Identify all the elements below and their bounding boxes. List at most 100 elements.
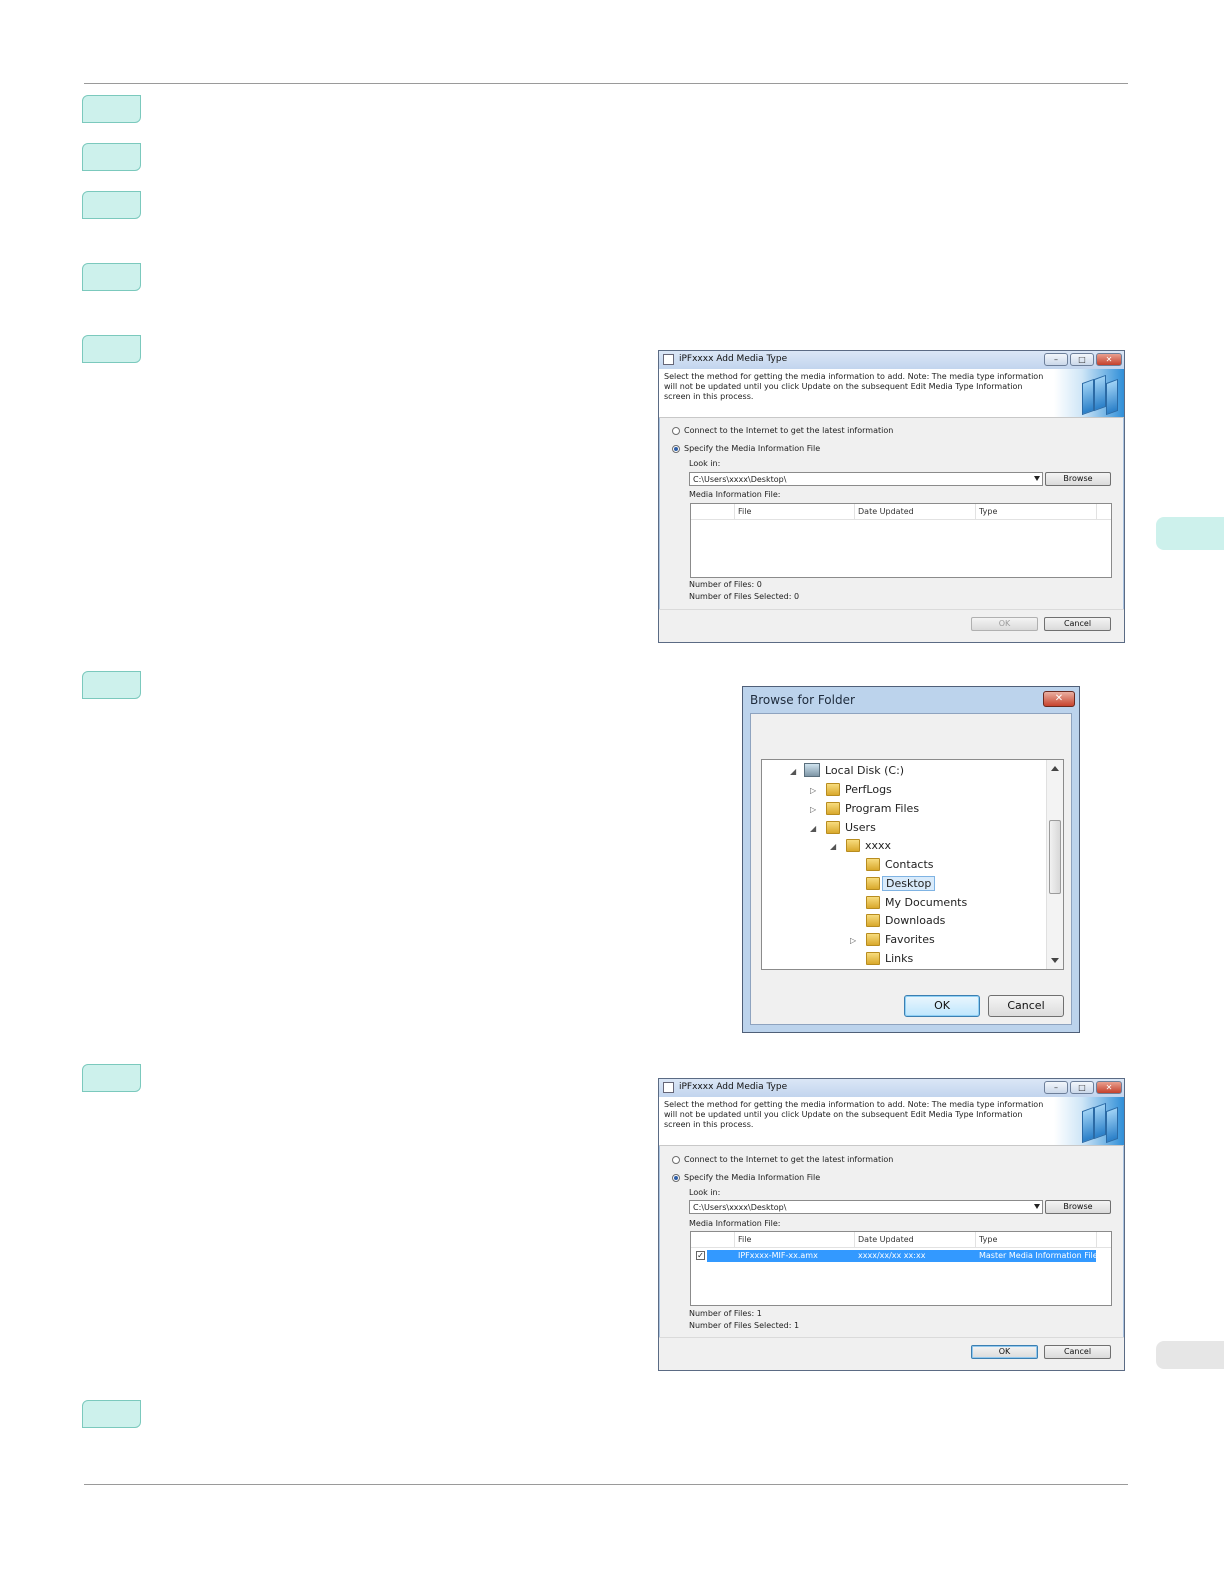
minimize-button[interactable]: – xyxy=(1044,353,1068,366)
number-of-files-selected: Number of Files Selected: 0 xyxy=(689,592,800,601)
tree-item-label: My Documents xyxy=(885,896,968,909)
app-icon xyxy=(663,354,674,365)
instruction-text: Select the method for getting the media … xyxy=(664,372,1044,401)
media-banner-icon xyxy=(1054,1097,1124,1145)
row-checkbox[interactable]: ✓ xyxy=(696,1251,705,1260)
tree-item-label: Links xyxy=(885,952,914,965)
maximize-button[interactable]: □ xyxy=(1070,1081,1094,1094)
tree-item-label: Program Files xyxy=(845,802,920,815)
close-button[interactable]: ✕ xyxy=(1096,353,1122,366)
column-type[interactable]: Type xyxy=(979,507,997,516)
maximize-button[interactable]: □ xyxy=(1070,353,1094,366)
media-file-list-label: Media Information File: xyxy=(689,490,781,499)
look-in-combo[interactable]: C:\Users\xxxx\Desktop\ xyxy=(689,1200,1043,1214)
chevron-down-icon[interactable] xyxy=(1034,476,1040,481)
bottom-rule xyxy=(84,1484,1128,1485)
tree-item-label: Users xyxy=(845,821,876,834)
row-file: IPFxxxx-MIF-xx.amx xyxy=(738,1251,818,1260)
browse-button[interactable]: Browse xyxy=(1045,1200,1111,1214)
cancel-button[interactable]: Cancel xyxy=(1044,617,1111,631)
media-file-radio[interactable] xyxy=(672,445,680,453)
expand-arrow-icon[interactable]: ▷ xyxy=(810,786,816,795)
scroll-thumb[interactable] xyxy=(1049,820,1061,894)
expand-arrow-icon[interactable]: ▷ xyxy=(810,805,816,814)
internet-radio-label[interactable]: Connect to the Internet to get the lates… xyxy=(684,1155,893,1164)
browse-button[interactable]: Browse xyxy=(1045,472,1111,486)
internet-radio-label[interactable]: Connect to the Internet to get the lates… xyxy=(684,426,893,435)
folder-icon xyxy=(826,821,840,834)
ok-button[interactable]: OK xyxy=(971,617,1038,631)
vertical-scrollbar[interactable] xyxy=(1046,760,1063,969)
column-date-updated[interactable]: Date Updated xyxy=(858,507,914,516)
add-media-type-dialog-file-selected: iPFxxxx Add Media Type – □ ✕ Select the … xyxy=(658,1078,1125,1371)
media-file-radio-label[interactable]: Specify the Media Information File xyxy=(684,1173,820,1182)
ok-button[interactable]: OK xyxy=(904,995,980,1017)
ok-button[interactable]: OK xyxy=(971,1345,1038,1359)
tree-item-label: Local Disk (C:) xyxy=(825,764,905,777)
look-in-value: C:\Users\xxxx\Desktop\ xyxy=(693,475,787,484)
cancel-button[interactable]: Cancel xyxy=(1044,1345,1111,1359)
table-row[interactable]: IPFxxxx-MIF-xx.amx xxxx/xx/xx xx:xx Mast… xyxy=(707,1250,1098,1262)
tree-item-label: Desktop xyxy=(882,876,936,891)
folder-icon xyxy=(826,783,840,796)
number-of-files: Number of Files: 0 xyxy=(689,580,762,589)
desktop-folder-icon xyxy=(866,877,880,890)
number-of-files: Number of Files: 1 xyxy=(689,1309,762,1318)
expand-arrow-icon[interactable]: ▷ xyxy=(850,936,856,945)
button-bar: OK Cancel xyxy=(659,609,1124,642)
contacts-folder-icon xyxy=(866,858,880,871)
scroll-up-arrow-icon[interactable] xyxy=(1051,766,1059,771)
add-media-type-dialog: iPFxxxx Add Media Type – □ ✕ Select the … xyxy=(658,350,1125,643)
tree-item-label: PerfLogs xyxy=(845,783,892,796)
instruction-text: Select the method for getting the media … xyxy=(664,1100,1044,1129)
look-in-combo[interactable]: C:\Users\xxxx\Desktop\ xyxy=(689,472,1043,486)
row-type: Master Media Information File xyxy=(979,1251,1098,1260)
internet-radio[interactable] xyxy=(672,1156,680,1164)
look-in-label: Look in: xyxy=(689,459,721,468)
step-marker-6 xyxy=(82,671,141,699)
drive-icon xyxy=(804,763,820,777)
tree-item-label: Downloads xyxy=(885,914,946,927)
column-date-updated[interactable]: Date Updated xyxy=(858,1235,914,1244)
media-file-list[interactable]: File Date Updated Type xyxy=(690,503,1112,578)
column-file[interactable]: File xyxy=(738,507,751,516)
media-file-radio-label[interactable]: Specify the Media Information File xyxy=(684,444,820,453)
folder-icon xyxy=(846,839,860,852)
title-bar: iPFxxxx Add Media Type – □ ✕ xyxy=(659,1079,1124,1097)
step-marker-4 xyxy=(82,263,141,291)
collapse-arrow-icon[interactable]: ◢ xyxy=(790,767,796,776)
step-marker-1 xyxy=(82,95,141,123)
list-header: File Date Updated Type xyxy=(691,1232,1111,1248)
step-marker-3 xyxy=(82,191,141,219)
media-file-radio[interactable] xyxy=(672,1174,680,1182)
chapter-side-tab[interactable] xyxy=(1156,517,1224,550)
page-side-tab[interactable] xyxy=(1156,1341,1224,1369)
documents-folder-icon xyxy=(866,896,880,909)
links-folder-icon xyxy=(866,952,880,965)
dialog-title: Browse for Folder xyxy=(750,693,855,707)
instruction-header: Select the method for getting the media … xyxy=(659,369,1124,418)
folder-tree[interactable]: ◢ Local Disk (C:) ▷ PerfLogs ▷ Program F… xyxy=(761,759,1064,970)
collapse-arrow-icon[interactable]: ◢ xyxy=(810,824,816,833)
cancel-button[interactable]: Cancel xyxy=(988,995,1064,1017)
minimize-button[interactable]: – xyxy=(1044,1081,1068,1094)
column-type[interactable]: Type xyxy=(979,1235,997,1244)
column-file[interactable]: File xyxy=(738,1235,751,1244)
app-icon xyxy=(663,1082,674,1093)
close-button[interactable]: ✕ xyxy=(1096,1081,1122,1094)
close-button[interactable]: ✕ xyxy=(1043,691,1075,707)
tree-item-label: xxxx xyxy=(865,839,892,852)
downloads-folder-icon xyxy=(866,914,880,927)
collapse-arrow-icon[interactable]: ◢ xyxy=(830,842,836,851)
chevron-down-icon[interactable] xyxy=(1034,1204,1040,1209)
button-bar: OK Cancel xyxy=(659,1337,1124,1370)
tree-item-label: Contacts xyxy=(885,858,934,871)
media-file-list-label: Media Information File: xyxy=(689,1219,781,1228)
title-bar: iPFxxxx Add Media Type – □ ✕ xyxy=(659,351,1124,369)
dialog-title: iPFxxxx Add Media Type xyxy=(679,354,788,364)
scroll-down-arrow-icon[interactable] xyxy=(1051,958,1059,963)
instruction-header: Select the method for getting the media … xyxy=(659,1097,1124,1146)
look-in-label: Look in: xyxy=(689,1188,721,1197)
internet-radio[interactable] xyxy=(672,427,680,435)
media-file-list[interactable]: File Date Updated Type ✓ IPFxxxx-MIF-xx.… xyxy=(690,1231,1112,1306)
